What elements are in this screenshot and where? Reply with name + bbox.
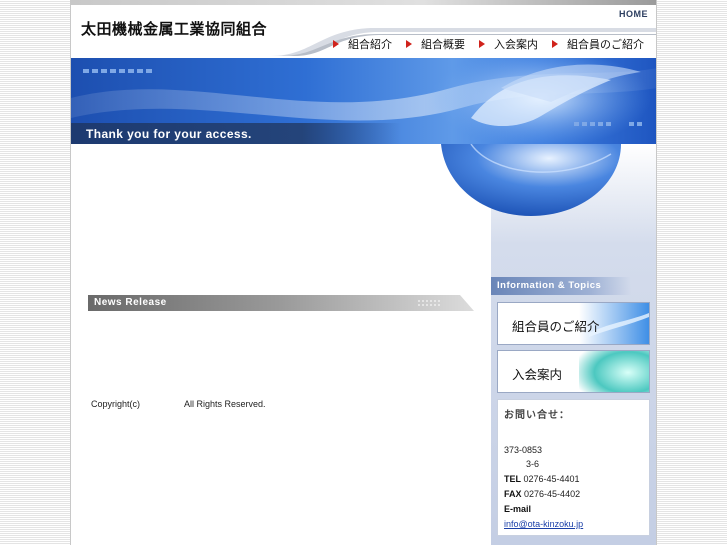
contact-tel: TEL 0276-45-4401 — [504, 474, 580, 484]
arrow-right-icon — [406, 40, 412, 48]
contact-fax: FAX 0276-45-4402 — [504, 489, 580, 499]
contact-email-label: E-mail — [504, 504, 531, 514]
hero-banner: Thank you for your access. — [71, 58, 656, 144]
email-link[interactable]: info@ota-kinzoku.jp — [504, 519, 583, 529]
fax-value: 0276-45-4402 — [524, 489, 581, 499]
info-topics-header: Information & Topics — [491, 277, 631, 295]
nav-item-join[interactable]: 入会案内 — [479, 36, 538, 52]
contact-postal: 373-0853 — [504, 445, 543, 455]
hero-tagline: Thank you for your access. — [86, 127, 252, 141]
nav-item-label: 組合紹介 — [348, 38, 392, 51]
header-top-rule — [71, 0, 656, 5]
copyright-text: Copyright(c) — [91, 399, 141, 409]
fax-label: FAX — [504, 489, 522, 499]
join-button[interactable]: 入会案内 — [497, 350, 650, 393]
info-topics-title: Information & Topics — [497, 280, 602, 291]
contact-address: 3-6 — [526, 459, 540, 469]
nav-item-members[interactable]: 組合員のご紹介 — [552, 36, 644, 52]
arrow-right-icon — [552, 40, 558, 48]
main-nav: 組合紹介 組合概要 入会案内 組合員のご紹介 — [333, 35, 644, 53]
page: 太田機械金属工業協同組合 HOME 組合紹介 組合概要 入会案内 組合員のご紹介 — [70, 0, 657, 545]
members-button[interactable]: 組合員のご紹介 — [497, 302, 650, 345]
contact-title: お問い合せ： — [504, 410, 570, 421]
join-button-label: 入会案内 — [512, 367, 563, 382]
light-glow-graphic — [579, 351, 649, 392]
nav-item-overview[interactable]: 組合概要 — [406, 36, 465, 52]
email-label: E-mail — [504, 504, 532, 514]
members-button-label: 組合員のご紹介 — [512, 319, 600, 334]
home-link[interactable]: HOME — [619, 9, 648, 19]
tel-value: 0276-45-4401 — [523, 474, 580, 484]
nav-item-label: 入会案内 — [494, 38, 538, 51]
nav-item-label: 組合員のご紹介 — [567, 38, 644, 51]
globe-graphic — [441, 144, 621, 216]
news-release-header: News Release — [88, 295, 474, 311]
tel-label: TEL — [504, 474, 521, 484]
arrow-right-icon — [479, 40, 485, 48]
hero-tagline-bar: Thank you for your access. — [71, 123, 401, 144]
header: 太田機械金属工業協同組合 HOME 組合紹介 組合概要 入会案内 組合員のご紹介 — [71, 0, 656, 58]
nav-item-label: 組合概要 — [421, 38, 465, 51]
contact-box: お問い合せ： 373-0853 3-6 TEL 0276-45-4401 FAX… — [497, 399, 650, 536]
nav-item-about[interactable]: 組合紹介 — [333, 36, 392, 52]
rights-text: All Rights Reserved. — [184, 399, 266, 409]
news-release-title: News Release — [94, 297, 167, 308]
arrow-right-icon — [333, 40, 339, 48]
site-logo[interactable]: 太田機械金属工業協同組合 — [81, 18, 267, 39]
